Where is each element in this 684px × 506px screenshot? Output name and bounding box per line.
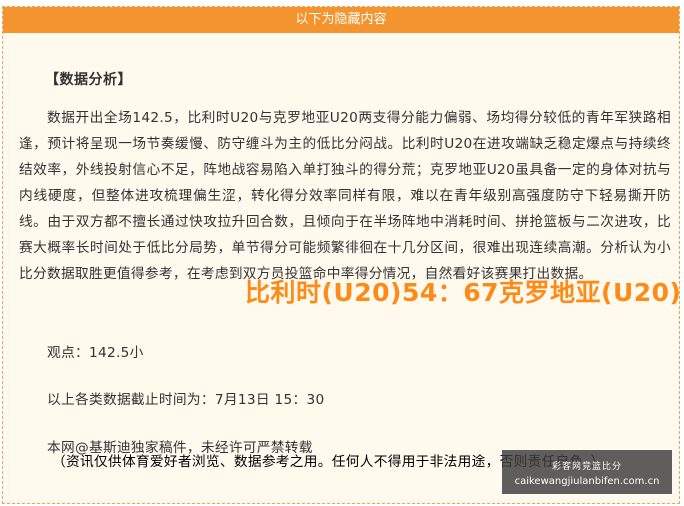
analysis-paragraph: 数据开出全场142.5，比利时U20与克罗地亚U20两支得分能力偏弱、场均得分较… [19, 110, 671, 282]
section-title: 【数据分析】 [45, 72, 132, 88]
hidden-content-box: 以下为隐藏内容 【数据分析】 数据开出全场142.5，比利时U20与克罗地亚U2… [2, 6, 680, 504]
data-cutoff-text: 以上各类数据截止时间为：7月13日 15：30 [47, 392, 325, 408]
viewpoint-text: 观点：142.5小 [47, 345, 144, 361]
hidden-content-title: 以下为隐藏内容 [295, 12, 387, 27]
score-overlay: 比利时(U20)54：67克罗地亚(U20) [245, 278, 682, 307]
hidden-content-header: 以下为隐藏内容 [3, 7, 679, 33]
watermark-title: 彩客网竞篮比分 [551, 462, 622, 472]
article-content: 【数据分析】 数据开出全场142.5，比利时U20与克罗地亚U20两支得分能力偏… [3, 33, 679, 503]
site-watermark: 彩客网竞篮比分 caikewangjiulanbifen.com.cn [502, 450, 672, 494]
watermark-url: caikewangjiulanbifen.com.cn [514, 476, 660, 487]
